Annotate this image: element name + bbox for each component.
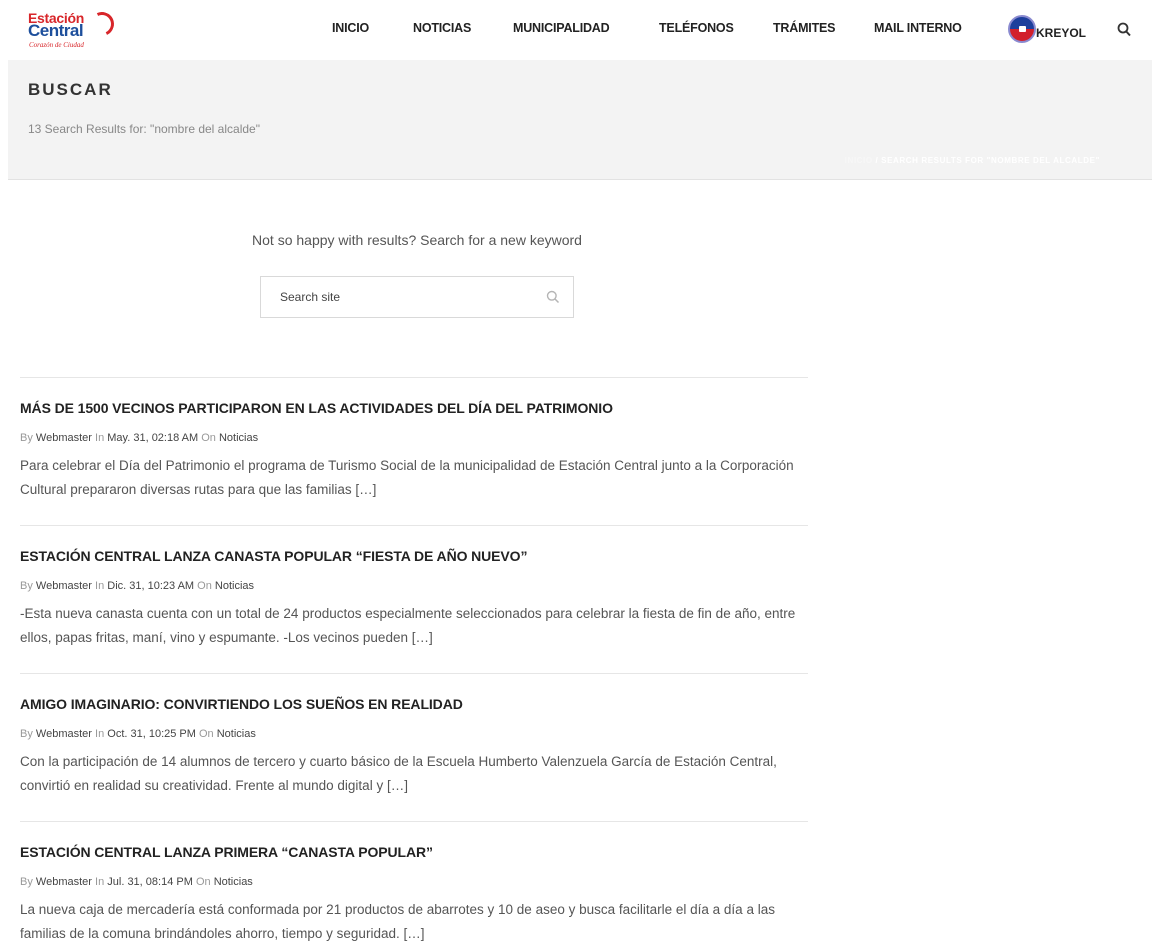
meta-in: In xyxy=(95,580,105,592)
search-icon[interactable] xyxy=(546,290,560,304)
nav-item-noticias[interactable]: NOTICIAS xyxy=(413,21,471,35)
site-logo[interactable]: Estación Central Corazón de Ciudad xyxy=(28,8,118,50)
logo-tagline: Corazón de Ciudad xyxy=(29,41,84,49)
site-header: Estación Central Corazón de Ciudad INICI… xyxy=(0,0,1152,60)
new-search-prompt: Not so happy with results? Search for a … xyxy=(252,232,582,248)
search-form xyxy=(260,276,574,318)
result-meta: By Webmaster In Dic. 31, 10:23 AM On Not… xyxy=(20,580,254,592)
result-excerpt: Para celebrar el Día del Patrimonio el p… xyxy=(20,458,794,497)
heart-icon xyxy=(86,8,118,40)
result-category[interactable]: Noticias xyxy=(217,728,256,740)
nav-item-mail-interno[interactable]: MAIL INTERNO xyxy=(874,21,962,35)
result-title[interactable]: ESTACIÓN CENTRAL LANZA PRIMERA “CANASTA … xyxy=(20,844,433,860)
search-icon[interactable] xyxy=(1117,22,1131,38)
result-excerpt: La nueva caja de mercadería está conform… xyxy=(20,902,775,941)
result-meta: By Webmaster In Oct. 31, 10:25 PM On Not… xyxy=(20,728,256,740)
search-input[interactable] xyxy=(261,277,531,317)
nav-item-inicio[interactable]: INICIO xyxy=(332,21,369,35)
result-author[interactable]: Webmaster xyxy=(36,432,92,444)
result-date: Dic. 31, 10:23 AM xyxy=(107,580,195,592)
meta-on: On xyxy=(197,580,212,592)
search-result-item: ESTACIÓN CENTRAL LANZA CANASTA POPULAR “… xyxy=(20,525,808,673)
logo-line-2: Central xyxy=(28,21,84,40)
meta-by: By xyxy=(20,432,33,444)
result-title[interactable]: ESTACIÓN CENTRAL LANZA CANASTA POPULAR “… xyxy=(20,548,527,564)
result-excerpt: Con la participación de 14 alumnos de te… xyxy=(20,754,777,793)
result-author[interactable]: Webmaster xyxy=(36,876,92,888)
result-meta: By Webmaster In Jul. 31, 08:14 PM On Not… xyxy=(20,876,253,888)
nav-item-telefonos[interactable]: TELÉFONOS xyxy=(659,21,734,35)
search-result-item: MÁS DE 1500 VECINOS PARTICIPARON EN LAS … xyxy=(20,377,808,525)
result-date: May. 31, 02:18 AM xyxy=(107,432,199,444)
meta-on: On xyxy=(201,432,216,444)
result-date: Oct. 31, 10:25 PM xyxy=(107,728,196,740)
breadcrumb-home[interactable]: INICIO xyxy=(845,156,873,165)
result-excerpt: -Esta nueva canasta cuenta con un total … xyxy=(20,606,796,645)
language-switch-kreyol[interactable]: KREYOL xyxy=(1036,26,1086,40)
meta-on: On xyxy=(198,728,214,740)
nav-item-tramites[interactable]: TRÁMITES xyxy=(773,21,835,35)
result-author[interactable]: Webmaster xyxy=(36,728,92,740)
meta-in: In xyxy=(95,876,105,888)
search-result-item: AMIGO IMAGINARIO: CONVIRTIENDO LOS SUEÑO… xyxy=(20,673,808,821)
result-title[interactable]: AMIGO IMAGINARIO: CONVIRTIENDO LOS SUEÑO… xyxy=(20,696,463,712)
meta-in: In xyxy=(95,728,105,740)
haiti-flag-icon[interactable] xyxy=(1008,15,1036,43)
result-author[interactable]: Webmaster xyxy=(36,580,92,592)
search-results-list: MÁS DE 1500 VECINOS PARTICIPARON EN LAS … xyxy=(20,377,808,944)
search-results-count: 13 Search Results for: "nombre del alcal… xyxy=(28,122,260,136)
meta-by: By xyxy=(20,580,33,592)
result-date: Jul. 31, 08:14 PM xyxy=(107,876,193,888)
meta-on: On xyxy=(195,876,211,888)
meta-in: In xyxy=(95,432,105,444)
meta-by: By xyxy=(20,728,33,740)
meta-by: By xyxy=(20,876,33,888)
result-category[interactable]: Noticias xyxy=(214,876,253,888)
result-meta: By Webmaster In May. 31, 02:18 AM On Not… xyxy=(20,432,258,444)
breadcrumb-current: / SEARCH RESULTS FOR "NOMBRE DEL ALCALDE… xyxy=(875,156,1100,165)
page-title-band: BUSCAR 13 Search Results for: "nombre de… xyxy=(8,60,1152,180)
nav-item-municipalidad[interactable]: MUNICIPALIDAD xyxy=(513,21,610,35)
result-title[interactable]: MÁS DE 1500 VECINOS PARTICIPARON EN LAS … xyxy=(20,400,613,416)
search-result-item: ESTACIÓN CENTRAL LANZA PRIMERA “CANASTA … xyxy=(20,821,808,944)
breadcrumb: INICIO / SEARCH RESULTS FOR "NOMBRE DEL … xyxy=(845,156,1100,165)
result-category[interactable]: Noticias xyxy=(219,432,258,444)
result-category[interactable]: Noticias xyxy=(215,580,254,592)
page-title: BUSCAR xyxy=(28,80,113,99)
